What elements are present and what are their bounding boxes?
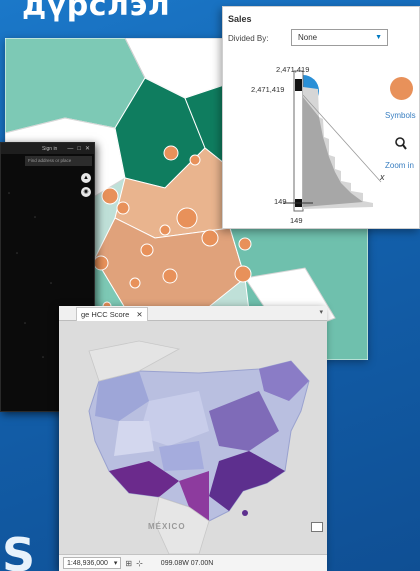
tab-hcc-score[interactable]: ge HCC Score ✕ [76,307,148,321]
mexico-label: MÉXICO [148,522,186,531]
min-value-side: 149 [274,197,287,206]
compass-icon[interactable]: ▲ [81,173,91,183]
layers-icon[interactable] [311,522,323,532]
zoom-in-icon[interactable] [395,137,407,151]
window-titlebar: Sign in — □ ✕ [1,143,94,154]
basemap-dots [8,192,52,358]
slide-heading: дүрслэл [22,0,171,23]
search-input[interactable]: Find address or place [25,156,92,166]
scale-value: 1:48,936,000 [67,560,108,567]
scale-selector[interactable]: 1:48,936,000 ▾ [63,557,122,569]
tab-label: ge HCC Score [81,310,130,319]
divided-by-select[interactable]: None ▼ [291,29,388,46]
sign-in-link[interactable]: Sign in [42,146,57,152]
us-map-view[interactable]: MÉXICO [59,321,327,554]
map-tab-bar: ge HCC Score ✕ ▾ [59,306,327,321]
coordinate-readout: 099.08W 07.00N [160,559,214,567]
maximize-button[interactable]: □ [77,146,81,152]
grid-icon[interactable]: ⊞ [125,559,132,568]
chevron-down-icon: ▼ [375,34,382,41]
min-value-bottom: 149 [290,216,303,225]
max-value-top: 2,471,419 [276,65,310,74]
symbology-panel: Sales Divided By: None ▼ 2,471,419 2,471… [222,6,420,229]
x-marker: x [380,172,385,182]
divided-by-value: None [298,33,318,42]
us-map-window[interactable]: ge HCC Score ✕ ▾ MÉXICO 1:48,936,000 ▾ ⊞… [59,306,327,571]
locate-icon[interactable]: ◉ [81,187,91,197]
slide-bottom-letter: S [2,528,36,571]
map-status-bar: 1:48,936,000 ▾ ⊞ ⊹ 099.08W 07.00N [59,554,327,571]
symbols-link[interactable]: Symbols [385,111,416,120]
minimize-button[interactable]: — [67,146,73,152]
snapping-icon[interactable]: ⊹ [136,559,143,568]
symbol-preview[interactable] [390,77,413,100]
field-title: Sales [228,14,252,24]
tab-menu-icon[interactable]: ▾ [319,308,323,316]
us-choropleth [59,321,327,554]
zoom-in-link[interactable]: Zoom in [385,161,414,170]
divided-by-label: Divided By: [228,34,269,43]
tab-close-icon[interactable]: ✕ [136,308,142,321]
max-value-side: 2,471,419 [251,85,285,94]
chevron-down-icon: ▾ [113,560,118,567]
close-button[interactable]: ✕ [85,146,90,152]
